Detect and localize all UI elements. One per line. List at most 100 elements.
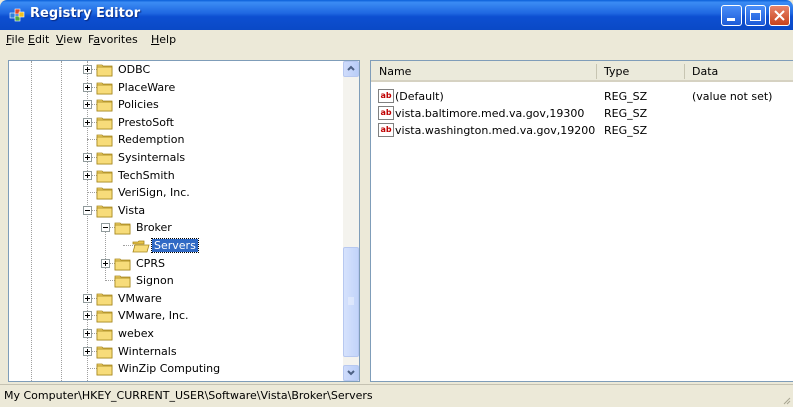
tree-item[interactable]: PrestoSoft [9, 114, 339, 132]
status-bar: My Computer\HKEY_CURRENT_USER\Software\V… [0, 384, 793, 407]
expand-icon[interactable] [83, 100, 92, 110]
collapse-icon[interactable] [83, 205, 92, 215]
scroll-up-button[interactable] [343, 61, 359, 77]
tree-item-label[interactable]: ODBC [116, 63, 152, 76]
cell-name: vista.baltimore.med.va.gov,19300 [395, 107, 585, 120]
tree-item[interactable]: VMware [9, 290, 339, 308]
menu-edit[interactable]: Edit [28, 33, 49, 46]
resize-grip-icon[interactable] [781, 395, 791, 405]
menu-view[interactable]: View [56, 33, 82, 46]
tree-item-label[interactable]: WinZip Computing [116, 362, 222, 375]
tree-item[interactable]: webex [9, 325, 339, 343]
list-item[interactable]: ab vista.washington.med.va.gov,19200 REG_S… [371, 122, 791, 139]
tree-item-label[interactable]: Servers [151, 238, 199, 253]
close-button[interactable] [769, 5, 790, 26]
expand-icon[interactable] [83, 117, 92, 127]
column-header-type[interactable]: Type [596, 61, 684, 82]
tree-item-label[interactable]: TechSmith [116, 169, 177, 182]
values-list[interactable]: Name Type Data ab (Default) REG_SZ (value n… [370, 60, 793, 382]
expand-icon[interactable] [83, 293, 92, 303]
tree-item[interactable]: Redemption [9, 131, 339, 149]
tree-item-label[interactable]: Signon [134, 274, 176, 287]
column-divider [684, 64, 685, 79]
tree-item-label[interactable]: VMware, Inc. [116, 309, 191, 322]
tree-item-label[interactable]: CPRS [134, 257, 167, 270]
collapse-icon[interactable] [101, 223, 110, 233]
folder-icon [96, 292, 114, 306]
tree-item-label[interactable]: PrestoSoft [116, 116, 176, 129]
chevron-up-icon [347, 65, 355, 71]
list-item[interactable]: ab vista.baltimore.med.va.gov,19300 REG_SZ [371, 105, 791, 122]
tree-item-label[interactable]: VeriSign, Inc. [116, 186, 192, 199]
cell-name: (Default) [395, 90, 444, 103]
folder-icon [96, 327, 114, 341]
expand-icon[interactable] [83, 329, 92, 338]
tree-item-label[interactable]: Winternals [116, 345, 179, 358]
maximize-button[interactable] [745, 5, 766, 26]
tree-item[interactable]: WinZip Computing [9, 360, 339, 378]
scroll-thumb[interactable] [343, 247, 359, 357]
folder-icon [96, 133, 114, 147]
list-item[interactable]: ab (Default) REG_SZ (value not set) [371, 88, 791, 105]
tree-item-label[interactable]: Policies [116, 98, 161, 111]
minimize-icon [727, 18, 735, 21]
tree-item[interactable]: Winternals [9, 343, 339, 361]
tree-item-label[interactable]: VMware [116, 292, 164, 305]
open-folder-icon [132, 239, 150, 253]
expand-icon[interactable] [101, 258, 110, 268]
cell-type: REG_SZ [604, 90, 648, 103]
folder-icon [96, 309, 114, 323]
cell-name: vista.washington.med.va.gov,19200 [395, 124, 596, 137]
tree-item-label[interactable]: PlaceWare [116, 81, 177, 94]
tree-item[interactable]: PlaceWare [9, 79, 339, 97]
menu-file[interactable]: File [6, 33, 24, 46]
column-divider [596, 64, 597, 79]
tree-item[interactable]: Sysinternals [9, 149, 339, 167]
tree-item[interactable]: VeriSign, Inc. [9, 184, 339, 202]
folder-icon [96, 204, 114, 218]
folder-icon [96, 116, 114, 130]
tree-item[interactable]: TechSmith [9, 167, 339, 185]
expand-icon[interactable] [83, 153, 92, 162]
cell-data: (value not set) [692, 90, 773, 103]
tree-item[interactable]: Servers [9, 237, 339, 255]
folder-icon [96, 362, 114, 376]
grip-icon [348, 297, 354, 305]
expand-icon[interactable] [83, 65, 92, 74]
tree-item-label[interactable]: Sysinternals [116, 151, 187, 164]
menu-favorites[interactable]: Favorites [88, 33, 138, 46]
pane-splitter[interactable] [362, 60, 370, 382]
expand-icon[interactable] [83, 82, 92, 92]
tree-item[interactable]: Vista [9, 202, 339, 220]
column-label: Name [379, 65, 412, 78]
tree-item[interactable]: Policies [9, 96, 339, 114]
tree-item-label[interactable]: Broker [134, 221, 174, 234]
tree-item[interactable]: Broker [9, 219, 339, 237]
cell-type: REG_SZ [604, 107, 648, 120]
tree-item[interactable]: ODBC [9, 61, 339, 79]
tree-scrollbar[interactable] [343, 61, 359, 381]
title-bar[interactable]: Registry Editor [0, 0, 793, 30]
column-header-name[interactable]: Name [371, 61, 596, 82]
minimize-button[interactable] [721, 5, 742, 26]
scroll-down-button[interactable] [343, 365, 359, 381]
column-header-data[interactable]: Data [684, 61, 793, 82]
key-tree[interactable]: ODBC PlaceWare Policies PrestoSoft Redemptio… [8, 60, 360, 382]
folder-icon [96, 98, 114, 112]
tree-item-label[interactable]: Redemption [116, 133, 186, 146]
folder-icon [96, 63, 114, 77]
folder-icon [114, 257, 132, 271]
tree-item-label[interactable]: Vista [116, 204, 147, 217]
string-value-icon: ab [378, 123, 394, 137]
tree-item[interactable]: CPRS [9, 255, 339, 273]
menu-help[interactable]: Help [151, 33, 176, 46]
expand-icon[interactable] [83, 311, 92, 321]
menu-bar: File Edit View Favorites Help [0, 30, 793, 50]
tree-item[interactable]: VMware, Inc. [9, 307, 339, 325]
tree-item[interactable]: Signon [9, 272, 339, 290]
expand-icon[interactable] [83, 170, 92, 180]
expand-icon[interactable] [83, 346, 92, 356]
folder-icon [96, 186, 114, 200]
tree-item-label[interactable]: webex [116, 327, 156, 340]
chevron-down-icon [347, 370, 355, 376]
